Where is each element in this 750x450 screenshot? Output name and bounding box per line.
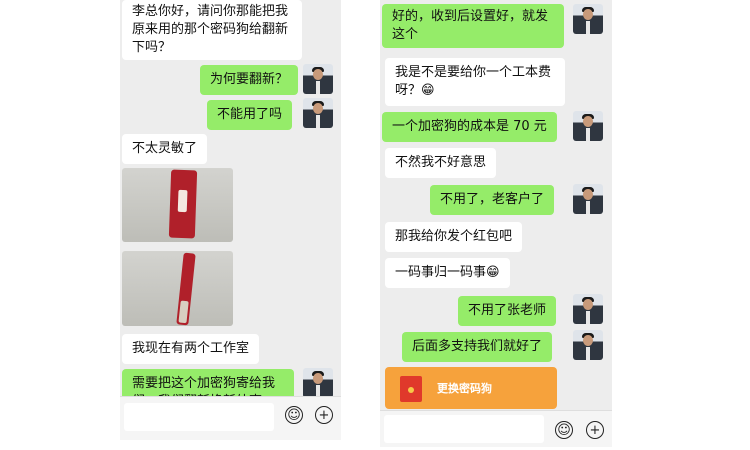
avatar[interactable] [573, 184, 603, 214]
input-bar: ☺ + [380, 410, 612, 447]
message-text: 我现在有两个工作室 [132, 341, 250, 356]
plus-icon[interactable]: + [315, 406, 333, 424]
message-text: 不用了，老客户了 [440, 192, 545, 207]
message-text: 一码事归一码事😁 [395, 265, 500, 280]
message-bubble-incoming: 不然我不好意思 [385, 148, 497, 178]
message-text: 为何要翻新？ [210, 72, 289, 87]
message-text: 后面多支持我们就好了 [412, 339, 543, 354]
avatar[interactable] [573, 330, 603, 360]
avatar[interactable] [303, 98, 333, 128]
message-text: 好的，收到后设置好，就发这个 [392, 9, 549, 42]
message-text: 李总你好，请问你那能把我原来用的那个密码狗给翻新下吗？ [132, 4, 289, 55]
message-bubble-incoming: 我现在有两个工作室 [122, 334, 260, 364]
message-bubble-incoming: 一码事归一码事😁 [385, 258, 510, 288]
message-bubble-incoming: 那我给你发个红包吧 [385, 222, 523, 252]
red-packet-card[interactable]: 更换密码狗 [385, 367, 557, 409]
usb-dongle-photo[interactable] [122, 251, 233, 326]
usb-dongle-photo[interactable] [122, 168, 233, 242]
message-bubble-incoming: 不太灵敏了 [122, 134, 208, 164]
message-bubble-outgoing: 为何要翻新？ [200, 65, 299, 95]
avatar[interactable] [573, 4, 603, 34]
message-text: 不然我不好意思 [395, 155, 487, 170]
message-text: 不用了张老师 [468, 303, 547, 318]
input-bar: ☺ + [120, 396, 341, 440]
avatar[interactable] [303, 368, 333, 398]
message-bubble-outgoing: 好的，收到后设置好，就发这个 [382, 4, 564, 48]
left-chat-panel: 李总你好，请问你那能把我原来用的那个密码狗给翻新下吗？ 为何要翻新？ 不能用了吗… [120, 0, 341, 440]
red-packet-label: 更换密码狗 [437, 382, 492, 395]
plus-icon[interactable]: + [586, 421, 604, 439]
message-bubble-outgoing: 后面多支持我们就好了 [402, 332, 553, 362]
right-chat-panel: 好的，收到后设置好，就发这个 我是不是要给你一个工本费呀？😁 一个加密狗的成本是… [380, 0, 612, 447]
avatar[interactable] [573, 111, 603, 141]
red-packet-icon [400, 376, 422, 402]
message-text: 那我给你发个红包吧 [395, 229, 513, 244]
message-bubble-outgoing: 不用了张老师 [458, 296, 557, 326]
emoji-icon[interactable]: ☺ [285, 406, 303, 424]
message-bubble-outgoing: 不用了，老客户了 [430, 185, 555, 215]
avatar[interactable] [303, 64, 333, 94]
message-text: 我是不是要给你一个工本费呀？😁 [395, 65, 552, 98]
message-input[interactable] [384, 415, 544, 443]
message-bubble-incoming: 李总你好，请问你那能把我原来用的那个密码狗给翻新下吗？ [122, 0, 302, 60]
message-text: 不能用了吗 [217, 107, 283, 122]
message-text: 不太灵敏了 [132, 141, 198, 156]
message-bubble-incoming: 我是不是要给你一个工本费呀？😁 [385, 58, 565, 106]
message-bubble-outgoing: 不能用了吗 [207, 100, 293, 130]
emoji-icon[interactable]: ☺ [555, 421, 573, 439]
message-input[interactable] [124, 403, 274, 431]
message-text: 一个加密狗的成本是 70 元 [392, 119, 547, 134]
message-bubble-outgoing: 一个加密狗的成本是 70 元 [382, 112, 557, 142]
avatar[interactable] [573, 294, 603, 324]
